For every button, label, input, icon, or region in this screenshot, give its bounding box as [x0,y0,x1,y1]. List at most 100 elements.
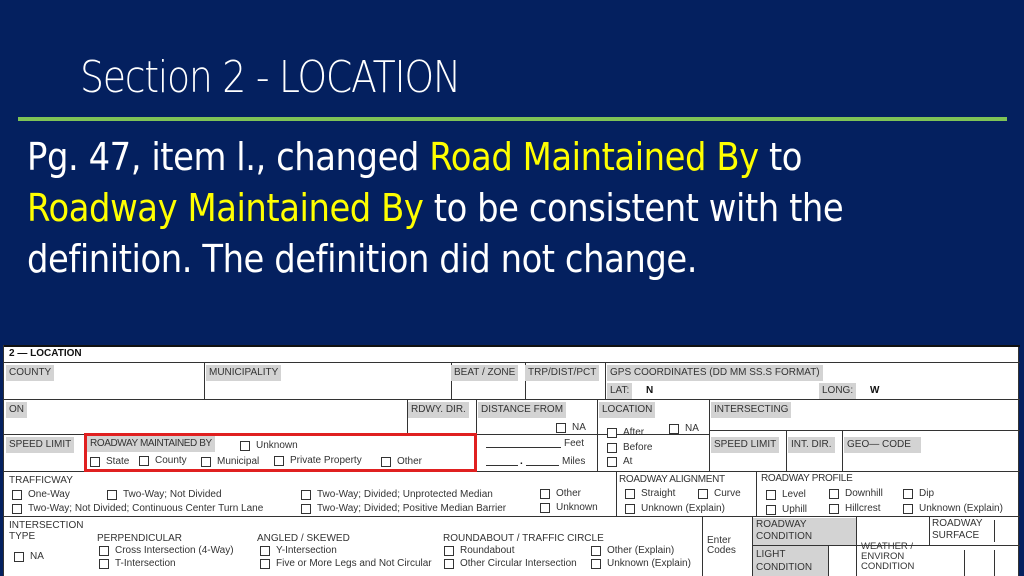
feet-blank [486,447,561,448]
geo-code-label: GEO— CODE [844,437,921,453]
alignment-curve-checkbox: Curve [698,488,741,499]
checkbox-icon [766,504,776,515]
form-top-border [4,345,1020,347]
checkbox-icon [99,558,109,569]
profile-dip-checkbox: Dip [903,488,934,499]
lat-value: N [646,385,654,396]
divider [929,516,930,546]
checkbox-icon [903,503,913,514]
trafficway-one-way-checkbox: One-Way [12,489,70,500]
divider [605,362,606,399]
distance-from-label: DISTANCE FROM [478,402,567,418]
checkbox-icon [301,489,311,500]
location-after-checkbox: After [607,427,644,438]
checkbox-icon [669,423,679,434]
slide-title: Section 2 - LOCATION [80,52,461,103]
roundabout-unknown-checkbox: Unknown (Explain) [591,558,691,569]
body-text-part-2: to [758,135,803,179]
profile-hillcrest-checkbox: Hillcrest [829,503,881,514]
divider [709,399,710,471]
feet-label: Feet [564,438,585,449]
body-text-part-1: Pg. 47, item l., changed [27,135,430,179]
cross-intersection-checkbox: Cross Intersection (4-Way) [99,545,234,556]
checkbox-icon [540,488,550,499]
perpendicular-label: PERPENDICULAR [97,533,183,544]
checkbox-icon [607,427,617,438]
long-label: LONG: [819,383,857,399]
divider [856,516,857,576]
roadway-alignment-label: ROADWAY ALIGNMENT [619,474,725,485]
divider [702,516,703,576]
checkbox-icon [107,489,117,500]
old-field-name: Road Maintained By [429,135,759,179]
t-intersection-checkbox: T-Intersection [99,558,176,569]
angled-skewed-label: ANGLED / SKEWED [257,533,350,544]
divider [616,471,617,516]
trafficway-two-way-not-divided-checkbox: Two-Way; Not Divided [107,489,222,500]
profile-downhill-checkbox: Downhill [829,488,883,499]
checkbox-icon [903,488,913,499]
trafficway-unknown-checkbox: Unknown [540,502,598,513]
int-dir-label: INT. DIR. [788,437,835,453]
speed-limit-label: SPEED LIMIT [6,437,75,453]
divider [964,550,965,576]
miles-blank-fraction [526,465,559,466]
divider [828,545,829,576]
trafficway-unprotected-median-checkbox: Two-Way; Divided; Unprotected Median [301,489,493,500]
miles-blank-whole [486,465,518,466]
checkbox-icon [12,503,22,514]
other-circular-intersection-checkbox: Other Circular Intersection [444,558,577,569]
highlight-outline [84,433,477,472]
roadway-surface-label: ROADWAY SURFACE [932,518,983,541]
checkbox-icon [766,489,776,500]
divider [994,550,995,576]
intersecting-label: INTERSECTING [711,402,792,418]
light-condition-label: LIGHT CONDITION [753,546,828,576]
checkbox-icon [625,503,635,514]
beat-zone-label: BEAT / ZONE [451,365,519,381]
checkbox-icon [625,488,635,499]
alignment-unknown-checkbox: Unknown (Explain) [625,503,725,514]
profile-uphill-checkbox: Uphill [766,504,807,515]
checkbox-icon [829,488,839,499]
distance-na-checkbox: NA [556,422,586,433]
checkbox-icon [14,551,24,562]
divider [4,362,1020,363]
checkbox-icon [556,422,566,433]
gps-coordinates-label: GPS COORDINATES (DD MM SS.S FORMAT) [607,365,823,381]
trafficway-other-checkbox: Other [540,488,581,499]
roadway-condition-label: ROADWAY CONDITION [753,518,856,545]
roundabout-checkbox: Roundabout [444,545,515,556]
municipality-label: MUNICIPALITY [206,365,282,381]
checkbox-icon [260,558,270,569]
checkbox-icon [444,545,454,556]
trafficway-center-turn-lane-checkbox: Two-Way; Not Divided; Continuous Center … [12,503,263,514]
trafficway-positive-median-barrier-checkbox: Two-Way; Divided; Positive Median Barrie… [301,503,506,514]
divider [204,362,205,399]
five-or-more-legs-checkbox: Five or More Legs and Not Circular [260,558,432,569]
checkbox-icon [260,545,270,556]
location-label: LOCATION [599,402,656,418]
roundabout-other-checkbox: Other (Explain) [591,545,674,556]
y-intersection-checkbox: Y-Intersection [260,545,337,556]
trafficway-label: TRAFFICWAY [9,475,73,486]
long-value: W [870,385,880,396]
checkbox-icon [607,442,617,453]
trp-dist-pct-label: TRP/DIST/PCT [525,365,600,381]
location-at-checkbox: At [607,456,632,467]
checkbox-icon [591,545,601,556]
divider [994,520,995,542]
form-section-title: 2 — LOCATION [9,348,82,359]
location-before-checkbox: Before [607,442,652,453]
roundabout-label: ROUNDABOUT / TRAFFIC CIRCLE [443,533,604,544]
checkbox-icon [540,502,550,513]
intersection-type-label-2: TYPE [9,531,36,542]
miles-label: Miles [562,456,586,467]
checkbox-icon [607,456,617,467]
divider [4,399,1020,400]
checkbox-icon [591,558,601,569]
location-form-image: 2 — LOCATION COUNTY MUNICIPALITY BEAT / … [3,345,1020,576]
checkbox-icon [829,503,839,514]
profile-unknown-checkbox: Unknown (Explain) [903,503,1003,514]
speed-limit-2-label: SPEED LIMIT [711,437,780,453]
